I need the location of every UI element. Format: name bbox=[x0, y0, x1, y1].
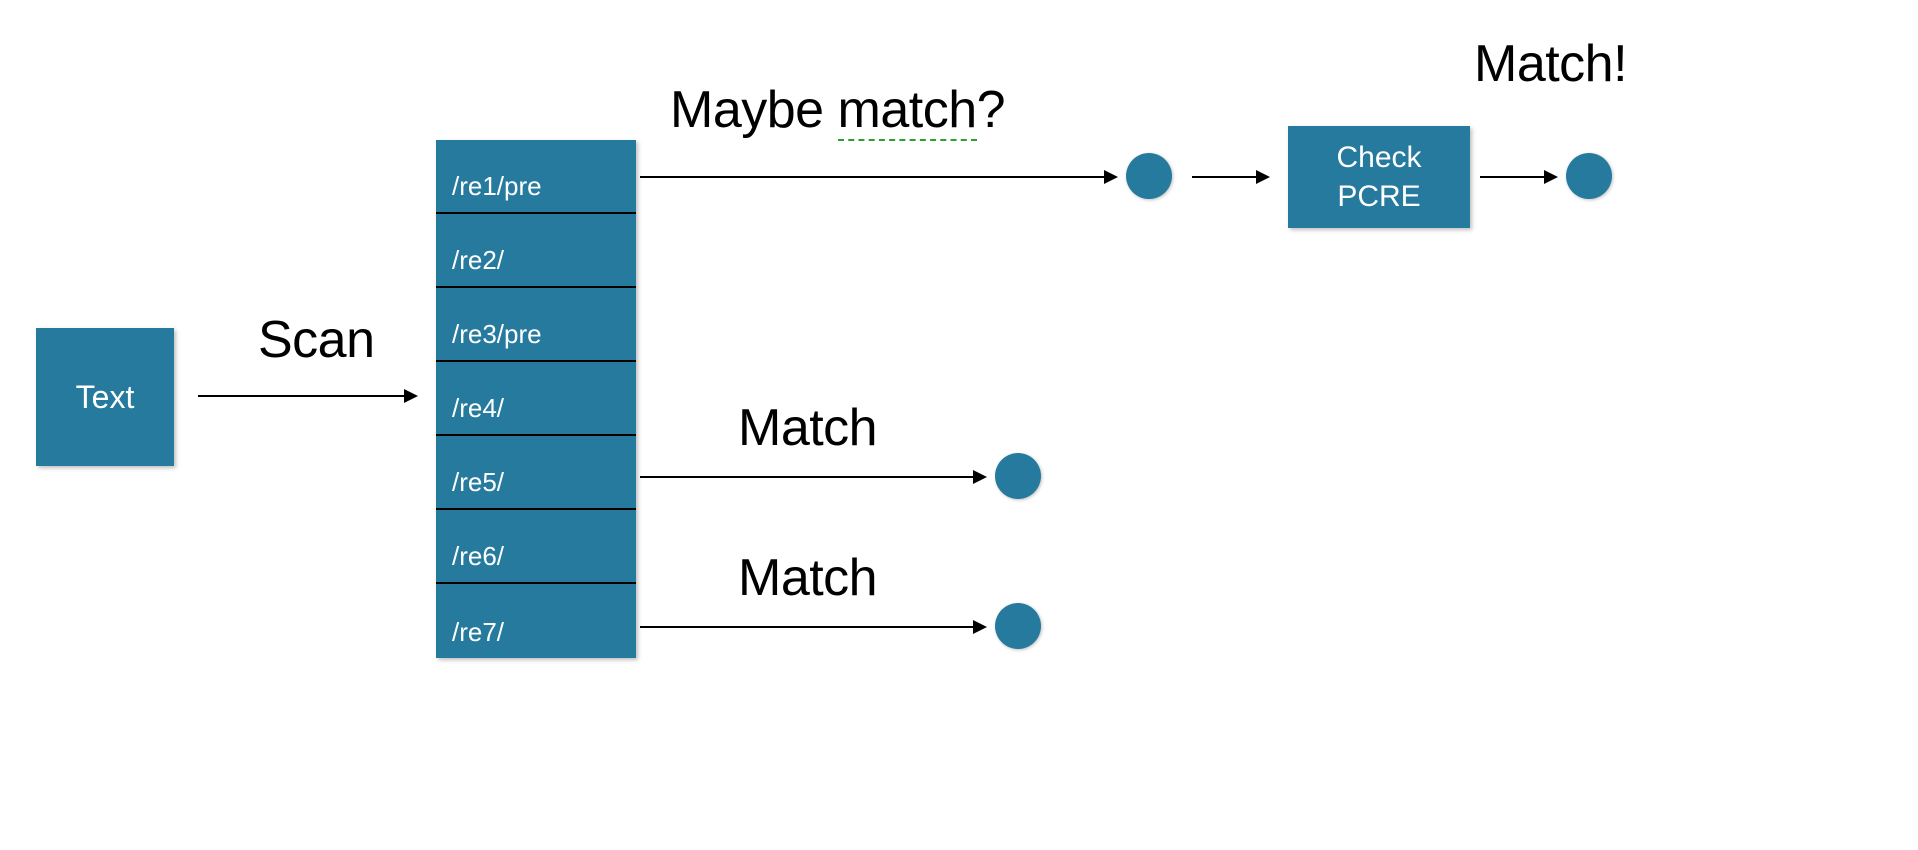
stack-row-7: /re7/ bbox=[436, 584, 636, 658]
stack-row-3: /re3/pre bbox=[436, 288, 636, 362]
arrow-text-to-stack bbox=[198, 395, 416, 397]
text-block-label: Text bbox=[76, 379, 135, 416]
text-block: Text bbox=[36, 328, 174, 466]
match-label-1: Match bbox=[738, 398, 877, 458]
stack-row-5: /re5/ bbox=[436, 436, 636, 510]
arrow-maybe-to-pcre bbox=[1192, 176, 1268, 178]
circle-maybe bbox=[1126, 153, 1172, 199]
maybe-match-word: match bbox=[838, 81, 977, 141]
maybe-match-post: ? bbox=[977, 81, 1005, 139]
circle-match-1 bbox=[995, 453, 1041, 499]
regex-stack: /re1/pre /re2/ /re3/pre /re4/ /re5/ /re6… bbox=[436, 140, 636, 658]
stack-row-6: /re6/ bbox=[436, 510, 636, 584]
match-label-2: Match bbox=[738, 548, 877, 608]
scan-label: Scan bbox=[258, 310, 375, 370]
stack-row-2: /re2/ bbox=[436, 214, 636, 288]
maybe-match-label: Maybe match? bbox=[670, 80, 1005, 140]
arrow-re7-to-match2 bbox=[640, 626, 985, 628]
check-pcre-block: Check PCRE bbox=[1288, 126, 1470, 228]
check-pcre-line1: Check bbox=[1336, 138, 1421, 177]
arrow-re1-to-maybe bbox=[640, 176, 1116, 178]
arrow-re5-to-match1 bbox=[640, 476, 985, 478]
stack-row-4: /re4/ bbox=[436, 362, 636, 436]
stack-row-1: /re1/pre bbox=[436, 140, 636, 214]
arrow-pcre-to-final bbox=[1480, 176, 1556, 178]
maybe-match-pre: Maybe bbox=[670, 81, 838, 139]
circle-final-match bbox=[1566, 153, 1612, 199]
circle-match-2 bbox=[995, 603, 1041, 649]
match-exclaim-label: Match! bbox=[1474, 34, 1627, 94]
check-pcre-line2: PCRE bbox=[1337, 177, 1420, 216]
